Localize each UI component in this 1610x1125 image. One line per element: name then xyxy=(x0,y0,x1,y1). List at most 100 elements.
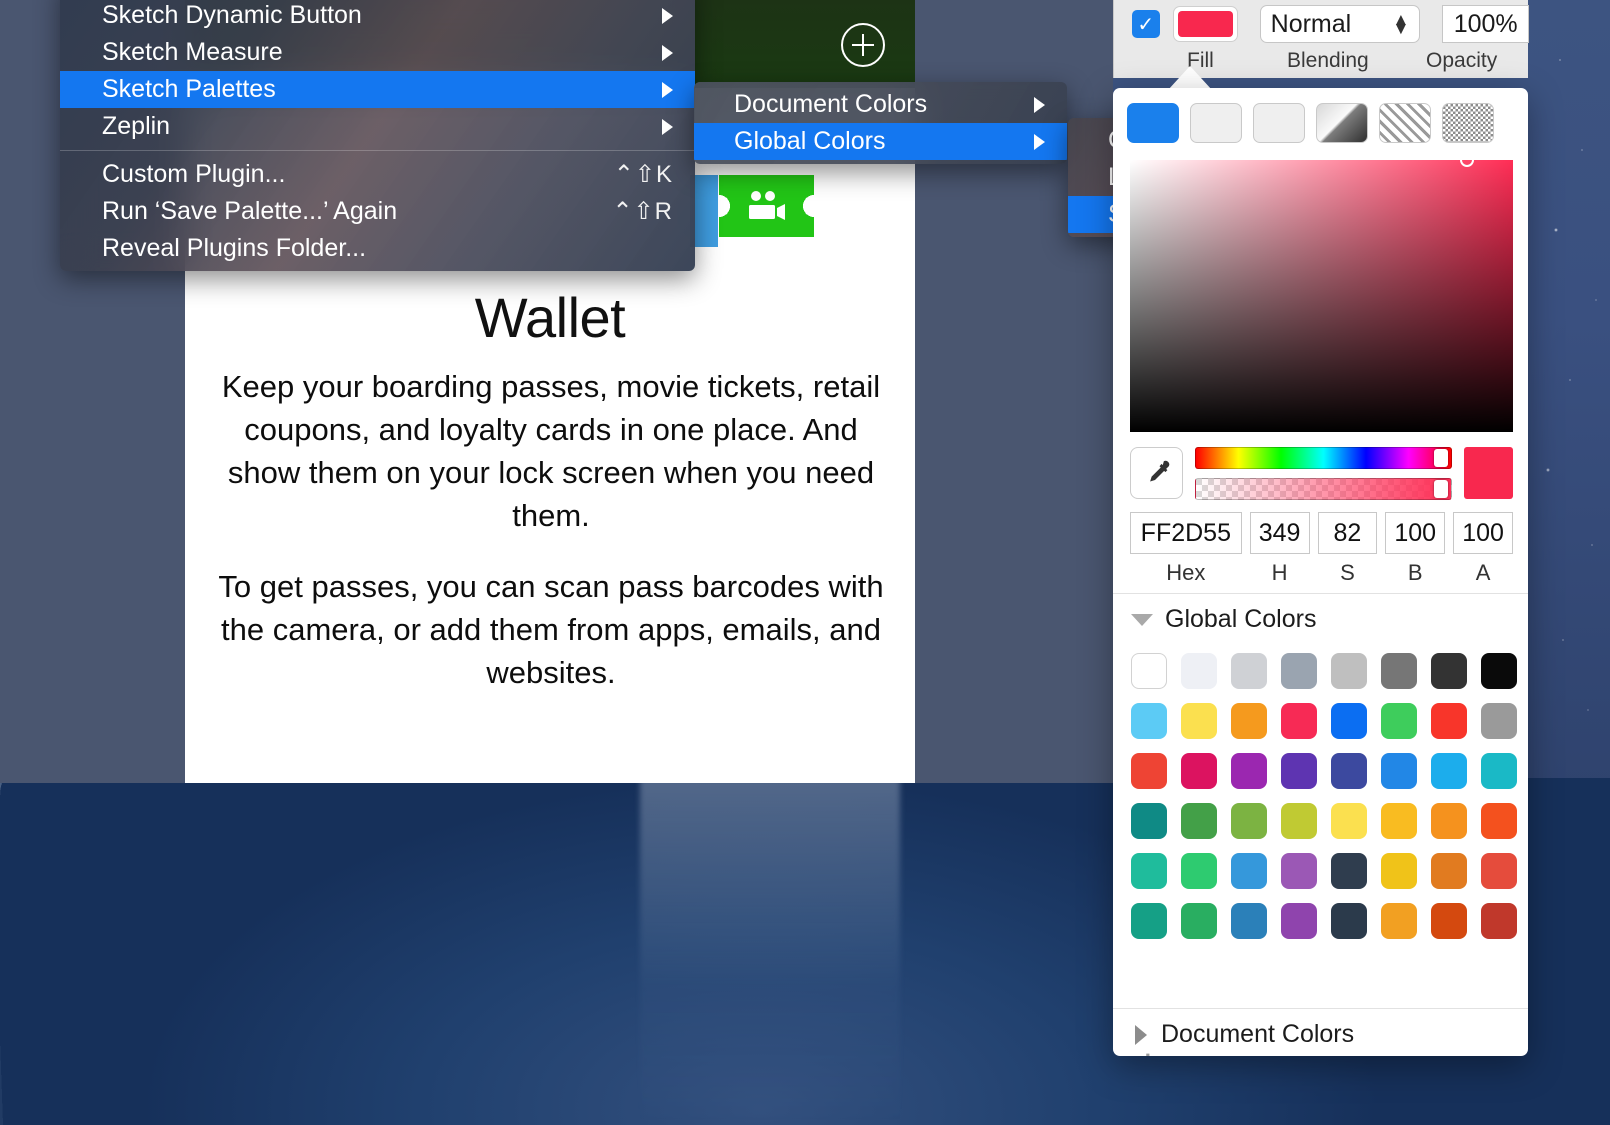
hex-input[interactable]: FF2D55 xyxy=(1130,512,1242,554)
color-swatch[interactable] xyxy=(1481,653,1517,689)
hue-slider[interactable] xyxy=(1195,446,1452,469)
color-swatch[interactable] xyxy=(1431,903,1467,939)
pattern-fill-icon[interactable] xyxy=(1379,103,1431,143)
global-colors-section-header[interactable]: Global Colors xyxy=(1113,593,1528,645)
color-swatch[interactable] xyxy=(1331,853,1367,889)
color-swatch[interactable] xyxy=(1231,703,1267,739)
color-swatch[interactable] xyxy=(1281,903,1317,939)
checkmark-icon: ✓ xyxy=(1137,13,1155,36)
hue-slider-knob[interactable] xyxy=(1433,448,1448,467)
menu-item-zeplin[interactable]: Zeplin xyxy=(60,108,695,145)
color-swatch[interactable] xyxy=(1131,753,1167,789)
plugins-menu[interactable]: Sketch Dynamic Button Sketch Measure Ske… xyxy=(60,0,695,271)
opacity-label: Opacity xyxy=(1426,49,1498,72)
alpha-input[interactable]: 100 xyxy=(1453,512,1513,554)
color-swatch[interactable] xyxy=(1281,803,1317,839)
color-swatch[interactable] xyxy=(1481,703,1517,739)
noise-fill-icon[interactable] xyxy=(1442,103,1494,143)
menu-item-label: Custom Plugin... xyxy=(102,160,286,188)
color-swatch[interactable] xyxy=(1381,703,1417,739)
brightness-input[interactable]: 100 xyxy=(1385,512,1446,554)
color-swatch[interactable] xyxy=(1381,853,1417,889)
color-field-handle[interactable] xyxy=(1460,153,1474,167)
alpha-slider-knob[interactable] xyxy=(1433,479,1448,498)
menu-item-label: Sketch Measure xyxy=(102,38,283,66)
color-swatch[interactable] xyxy=(1381,653,1417,689)
plus-circle-icon[interactable] xyxy=(841,23,885,67)
menu-item-shortcut: ⌃⇧R xyxy=(612,198,673,225)
color-swatch[interactable] xyxy=(1481,903,1517,939)
eyedropper-icon[interactable] xyxy=(1130,447,1183,499)
color-swatch[interactable] xyxy=(1431,753,1467,789)
color-swatch[interactable] xyxy=(1131,703,1167,739)
submenu-item-document-colors[interactable]: Document Colors xyxy=(694,86,1067,123)
color-swatch[interactable] xyxy=(1481,853,1517,889)
saturation-label: S xyxy=(1340,560,1355,585)
color-swatch[interactable] xyxy=(1231,853,1267,889)
angular-gradient-icon[interactable] xyxy=(1316,103,1368,143)
document-colors-section-header[interactable]: Document Colors xyxy=(1113,1008,1528,1056)
color-swatch[interactable] xyxy=(1381,803,1417,839)
color-swatch[interactable] xyxy=(1381,753,1417,789)
global-colors-swatch-grid[interactable] xyxy=(1131,653,1528,953)
linear-gradient-icon[interactable] xyxy=(1190,103,1242,143)
color-swatch[interactable] xyxy=(1181,703,1217,739)
fill-type-buttons[interactable] xyxy=(1127,100,1494,146)
fill-color-swatch-button[interactable] xyxy=(1172,6,1238,42)
alpha-slider[interactable] xyxy=(1195,477,1452,500)
chevron-updown-icon[interactable]: ▲ ▼ xyxy=(1393,11,1410,37)
chevron-right-icon[interactable] xyxy=(1135,1024,1147,1045)
color-swatch[interactable] xyxy=(1331,903,1367,939)
color-swatch[interactable] xyxy=(1431,853,1467,889)
menu-item-reveal-plugins-folder[interactable]: Reveal Plugins Folder... xyxy=(60,230,695,267)
radial-gradient-icon[interactable] xyxy=(1253,103,1305,143)
chevron-down-icon[interactable] xyxy=(1131,613,1153,626)
color-swatch[interactable] xyxy=(1231,803,1267,839)
color-swatch[interactable] xyxy=(1481,753,1517,789)
menu-item-run-save-palette-again[interactable]: Run ‘Save Palette...’ Again ⌃⇧R xyxy=(60,193,695,230)
color-swatch[interactable] xyxy=(1181,903,1217,939)
menu-item-sketch-measure[interactable]: Sketch Measure xyxy=(60,34,695,71)
color-swatch[interactable] xyxy=(1331,703,1367,739)
color-swatch[interactable] xyxy=(1131,803,1167,839)
menu-item-label: Global Colors xyxy=(734,127,886,155)
color-swatch[interactable] xyxy=(1181,853,1217,889)
color-swatch[interactable] xyxy=(1181,653,1217,689)
color-swatch[interactable] xyxy=(1231,653,1267,689)
opacity-input[interactable]: 100% xyxy=(1442,5,1529,43)
menu-item-sketch-dynamic-button[interactable]: Sketch Dynamic Button xyxy=(60,0,695,34)
saturation-brightness-field[interactable] xyxy=(1130,153,1513,432)
color-swatch[interactable] xyxy=(1431,653,1467,689)
color-swatch[interactable] xyxy=(1131,853,1167,889)
color-swatch[interactable] xyxy=(1131,903,1167,939)
color-swatch[interactable] xyxy=(1181,753,1217,789)
color-swatch[interactable] xyxy=(1281,703,1317,739)
color-swatch[interactable] xyxy=(1231,753,1267,789)
saturation-input[interactable]: 82 xyxy=(1317,512,1378,554)
menu-item-label: Run ‘Save Palette...’ Again xyxy=(102,197,398,225)
color-swatch[interactable] xyxy=(1331,753,1367,789)
menu-item-sketch-palettes[interactable]: Sketch Palettes xyxy=(60,71,695,108)
solid-fill-icon[interactable] xyxy=(1127,103,1179,143)
blending-mode-select[interactable]: Normal ▲ ▼ xyxy=(1259,5,1421,43)
color-swatch[interactable] xyxy=(1281,853,1317,889)
color-swatch[interactable] xyxy=(1431,803,1467,839)
color-swatch[interactable] xyxy=(1281,753,1317,789)
submenu-item-global-colors[interactable]: Global Colors xyxy=(694,123,1067,160)
color-swatch[interactable] xyxy=(1481,803,1517,839)
color-swatch[interactable] xyxy=(1231,903,1267,939)
hex-label: Hex xyxy=(1166,560,1206,585)
menu-item-custom-plugin[interactable]: Custom Plugin... ⌃⇧K xyxy=(60,156,695,193)
sketch-palettes-submenu[interactable]: Document Colors Global Colors xyxy=(694,82,1067,164)
color-picker-popover[interactable]: FF2D55 349 82 100 100 Hex H S B A Global… xyxy=(1113,88,1528,1056)
color-swatch[interactable] xyxy=(1331,653,1367,689)
color-swatch[interactable] xyxy=(1331,803,1367,839)
color-swatch[interactable] xyxy=(1431,703,1467,739)
movie-ticket-icon[interactable] xyxy=(719,175,814,237)
color-swatch[interactable] xyxy=(1381,903,1417,939)
color-swatch[interactable] xyxy=(1181,803,1217,839)
color-swatch[interactable] xyxy=(1131,653,1167,689)
hue-input[interactable]: 349 xyxy=(1249,512,1310,554)
fill-enabled-checkbox[interactable]: ✓ xyxy=(1132,10,1160,38)
color-swatch[interactable] xyxy=(1281,653,1317,689)
